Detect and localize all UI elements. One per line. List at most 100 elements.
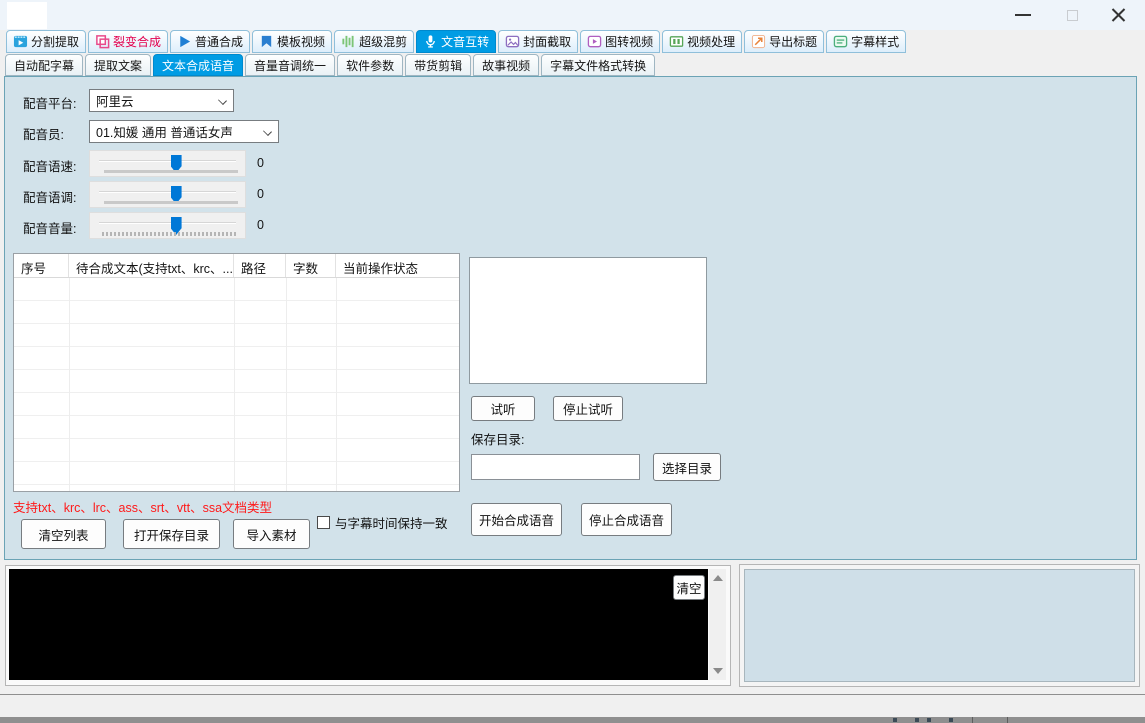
slider-track — [99, 160, 236, 162]
tab-label: 字幕样式 — [851, 33, 899, 50]
slider-ticks — [102, 232, 238, 236]
choose-dir-button[interactable]: 选择目录 — [653, 453, 721, 481]
secondary-log-area — [744, 569, 1135, 682]
subtab-label: 音量音调统一 — [254, 57, 326, 74]
tab-normal-synthesis[interactable]: 普通合成 — [170, 30, 250, 53]
subtab-subtitle-format-convert[interactable]: 字幕文件格式转换 — [541, 54, 655, 76]
save-dir-label: 保存目录: — [471, 429, 524, 448]
waveform-icon — [341, 34, 356, 49]
column-divider — [234, 278, 235, 491]
scroll-up-icon[interactable] — [713, 575, 723, 581]
status-bar — [0, 694, 1145, 717]
column-divider — [69, 278, 70, 491]
save-dir-input[interactable] — [471, 454, 640, 480]
tab-export-title[interactable]: 导出标题 — [744, 30, 824, 53]
subtab-story-video[interactable]: 故事视频 — [473, 54, 539, 76]
tab-label: 图转视频 — [605, 33, 653, 50]
chevron-down-icon — [263, 127, 272, 136]
sync-subtitle-time-row: 与字幕时间保持一致 — [317, 513, 448, 532]
volume-value: 0 — [257, 218, 264, 232]
supported-formats-note: 支持txt、krc、lrc、ass、srt、vtt、ssa文档类型 — [13, 497, 272, 516]
subtab-label: 带货剪辑 — [414, 57, 462, 74]
stop-listen-button[interactable]: 停止试听 — [553, 396, 623, 421]
listen-button[interactable]: 试听 — [471, 396, 535, 421]
maximize-button[interactable] — [1050, 0, 1094, 30]
tab-split-extract[interactable]: 分割提取 — [6, 30, 86, 53]
subtab-text-to-speech[interactable]: 文本合成语音 — [153, 54, 243, 76]
speed-slider[interactable] — [89, 150, 246, 177]
video-split-icon — [13, 34, 28, 49]
preview-text-box[interactable] — [469, 257, 707, 384]
slider-track — [99, 222, 236, 224]
log-scrollbar[interactable] — [709, 569, 726, 680]
sub-tab-bar: 自动配字幕 提取文案 文本合成语音 音量音调统一 软件参数 带货剪辑 故事视频 … — [5, 54, 655, 76]
video-process-icon — [669, 34, 684, 49]
chevron-down-icon — [218, 96, 227, 105]
subtab-extract-copy[interactable]: 提取文案 — [85, 54, 151, 76]
subtab-auto-subtitle[interactable]: 自动配字幕 — [5, 54, 83, 76]
subtab-commerce-edit[interactable]: 带货剪辑 — [405, 54, 471, 76]
tab-label: 模板视频 — [277, 33, 325, 50]
tab-text-audio-convert[interactable]: 文音互转 — [416, 30, 496, 53]
open-save-dir-button[interactable]: 打开保存目录 — [123, 519, 220, 549]
scroll-down-icon[interactable] — [713, 668, 723, 674]
close-button[interactable] — [1096, 0, 1140, 30]
subtab-label: 字幕文件格式转换 — [550, 57, 646, 74]
image-play-icon — [587, 34, 602, 49]
fission-icon — [95, 34, 110, 49]
tab-subtitle-style[interactable]: 字幕样式 — [826, 30, 906, 53]
tab-super-mix[interactable]: 超级混剪 — [334, 30, 414, 53]
sync-subtitle-time-label: 与字幕时间保持一致 — [335, 513, 448, 532]
subtab-label: 软件参数 — [346, 57, 394, 74]
taskbar-icon — [915, 718, 919, 722]
slider-ticks — [104, 201, 238, 204]
minimize-button[interactable] — [1001, 0, 1045, 30]
pitch-slider[interactable] — [89, 181, 246, 208]
play-icon — [177, 34, 192, 49]
synthesis-file-table[interactable]: 序号 待合成文本(支持txt、krc、... 路径 字数 当前操作状态 — [13, 253, 460, 492]
tab-fission-synthesis[interactable]: 裂变合成 — [88, 30, 168, 53]
log-panel: 清空 — [5, 565, 731, 686]
tab-video-process[interactable]: 视频处理 — [662, 30, 742, 53]
tab-image-to-video[interactable]: 图转视频 — [580, 30, 660, 53]
tab-label: 超级混剪 — [359, 33, 407, 50]
platform-select[interactable]: 阿里云 — [89, 89, 234, 112]
pitch-label: 配音语调: — [23, 187, 76, 206]
column-divider — [336, 278, 337, 491]
log-output — [9, 569, 708, 680]
subtab-label: 文本合成语音 — [162, 57, 234, 74]
platform-label: 配音平台: — [23, 93, 76, 112]
microphone-icon — [423, 34, 438, 49]
import-material-button[interactable]: 导入素材 — [233, 519, 310, 549]
secondary-panel — [739, 564, 1140, 687]
start-synthesis-button[interactable]: 开始合成语音 — [471, 503, 562, 536]
platform-value: 阿里云 — [96, 91, 134, 110]
col-status: 当前操作状态 — [336, 254, 459, 277]
close-icon — [1111, 8, 1126, 23]
sync-subtitle-time-checkbox[interactable] — [317, 516, 330, 529]
voice-select[interactable]: 01.知媛 通用 普通话女声 — [89, 120, 279, 143]
tab-template-video[interactable]: 模板视频 — [252, 30, 332, 53]
tab-label: 裂变合成 — [113, 33, 161, 50]
volume-slider[interactable] — [89, 212, 246, 239]
image-icon — [505, 34, 520, 49]
subtab-volume-pitch-unify[interactable]: 音量音调统一 — [245, 54, 335, 76]
subtitle-icon — [833, 34, 848, 49]
clear-log-button[interactable]: 清空 — [673, 575, 705, 600]
stop-synthesis-button[interactable]: 停止合成语音 — [581, 503, 672, 536]
taskbar-icon — [949, 718, 953, 722]
taskbar-separator — [972, 717, 973, 723]
subtab-label: 故事视频 — [482, 57, 530, 74]
voice-value: 01.知媛 通用 普通话女声 — [96, 122, 233, 141]
clear-list-button[interactable]: 清空列表 — [21, 519, 106, 549]
subtab-software-params[interactable]: 软件参数 — [337, 54, 403, 76]
tab-label: 分割提取 — [31, 33, 79, 50]
tab-label: 导出标题 — [769, 33, 817, 50]
table-body[interactable] — [14, 278, 459, 491]
voice-label: 配音员: — [23, 124, 64, 143]
slider-track — [99, 191, 236, 193]
speed-value: 0 — [257, 156, 264, 170]
col-index: 序号 — [14, 254, 69, 277]
pitch-value: 0 — [257, 187, 264, 201]
tab-cover-capture[interactable]: 封面截取 — [498, 30, 578, 53]
